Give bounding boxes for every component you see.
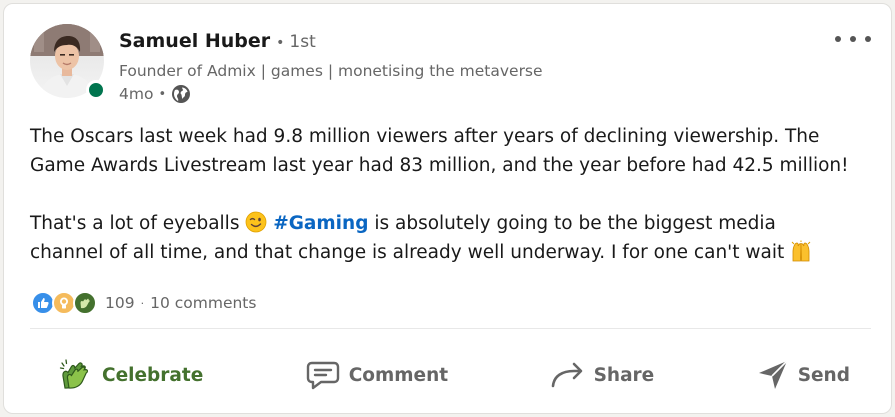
comment-icon	[306, 361, 339, 390]
counts-separator: ·	[140, 296, 145, 310]
comment-label: Comment	[348, 364, 449, 386]
hashtag-link[interactable]: #Gaming	[273, 213, 368, 234]
post-body-line: That's a lot of eyeballs #Gaming is abso…	[30, 209, 880, 238]
name-degree-separator: •	[276, 35, 285, 51]
share-button[interactable]: Share	[536, 352, 669, 398]
post-body-line: Game Awards Livestream last year had 83 …	[30, 155, 849, 176]
post-body-text: channel of all time, and that change is …	[30, 242, 785, 263]
social-counts: 109 · 10 comments	[31, 291, 256, 315]
post-card: Samuel Huber • 1st Founder of Admix | ga…	[3, 3, 892, 414]
post-body-line: The Oscars last week had 9.8 million vie…	[30, 126, 820, 147]
author-avatar[interactable]	[30, 24, 106, 100]
author-headline: Founder of Admix | games | monetising th…	[119, 62, 543, 80]
post-body-text: That's a lot of eyeballs	[30, 213, 240, 234]
send-label: Send	[797, 364, 850, 386]
reaction-icons[interactable]	[31, 291, 97, 315]
actions-divider	[30, 328, 871, 329]
author-name-row: Samuel Huber • 1st	[119, 30, 316, 52]
post-body-blank-line	[30, 180, 880, 209]
share-arrow-icon	[551, 362, 582, 388]
send-button[interactable]: Send	[742, 350, 864, 400]
reaction-count[interactable]: 109	[105, 294, 135, 312]
share-label: Share	[593, 364, 655, 386]
comment-button[interactable]: Comment	[291, 350, 462, 400]
celebrate-button[interactable]: Celebrate	[44, 349, 217, 401]
globe-icon	[172, 85, 191, 103]
post-body-text: is absolutely going to be the biggest me…	[374, 213, 776, 234]
post-timestamp[interactable]: 4mo	[119, 85, 153, 103]
author-name[interactable]: Samuel Huber	[119, 30, 270, 52]
meta-separator: •	[158, 86, 167, 102]
celebrate-icon	[59, 359, 89, 389]
comments-count-link[interactable]: 10 comments	[150, 294, 256, 312]
online-status-indicator	[86, 80, 106, 100]
more-icon-dot	[850, 36, 856, 42]
more-icon-dot	[835, 36, 841, 42]
celebrate-label: Celebrate	[102, 364, 204, 386]
more-options-button[interactable]	[835, 27, 871, 51]
celebrate-icon	[73, 291, 97, 315]
post-body-line: channel of all time, and that change is …	[30, 238, 880, 267]
more-icon-dot	[865, 36, 871, 42]
action-bar: Celebrate Comment Share Send	[44, 347, 864, 403]
send-paper-plane-icon	[758, 360, 788, 389]
connection-degree: 1st	[289, 32, 316, 52]
post-meta: 4mo •	[119, 84, 191, 104]
winking-face-emoji	[245, 211, 267, 233]
raising-hands-emoji	[791, 240, 811, 262]
post-body: The Oscars last week had 9.8 million vie…	[30, 122, 880, 267]
